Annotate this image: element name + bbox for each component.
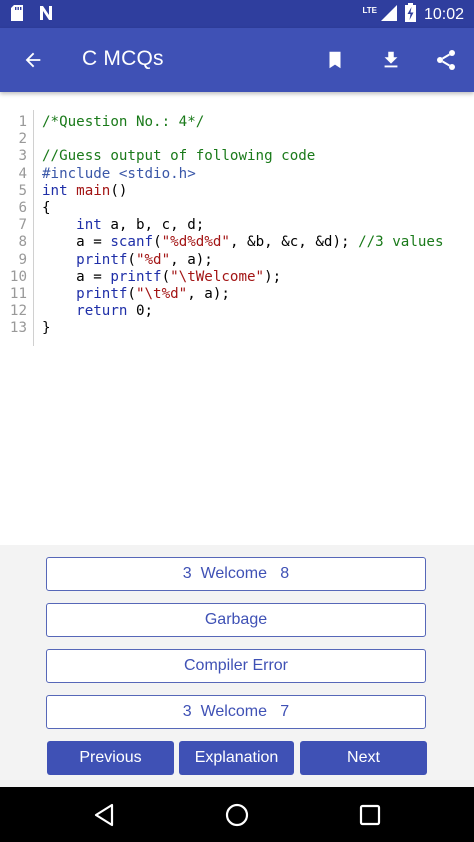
code-token: (: [127, 251, 136, 268]
status-bar: LTE 10:02: [0, 0, 474, 28]
gutter-divider: [33, 110, 34, 346]
n-logo-icon: [38, 5, 54, 26]
code-token: "%d": [135, 251, 171, 268]
line-number-gutter: 1 2 3 4 5 6 7 8 9 10 11 12 13: [0, 114, 27, 337]
signal-icon: [380, 4, 397, 27]
line-number: 9: [18, 251, 27, 268]
code-token: (): [110, 182, 128, 199]
code-token: /*Question No.: 4*/: [42, 114, 205, 130]
code-token: (: [161, 268, 171, 285]
code-token: (: [127, 285, 136, 302]
option-a-button[interactable]: 3 Welcome 8: [46, 557, 426, 591]
code-viewer: 1 2 3 4 5 6 7 8 9 10 11 12 13 /*Question No.: 4*///G…: [0, 110, 474, 350]
code-token: printf: [76, 251, 128, 268]
bookmark-icon[interactable]: [320, 45, 350, 75]
system-nav-bar: [0, 787, 474, 842]
line-number: 6: [18, 199, 27, 216]
line-number: 4: [18, 165, 27, 182]
line-number: 12: [9, 303, 27, 320]
code-line: return 0;: [42, 303, 444, 320]
line-number: 11: [9, 285, 27, 302]
share-icon[interactable]: [431, 45, 461, 75]
code-line: #include <stdio.h>: [42, 166, 444, 183]
code-token: 0;: [127, 303, 154, 320]
code-line: a = printf("\tWelcome");: [42, 269, 444, 286]
home-circle-icon[interactable]: [223, 801, 251, 829]
next-button[interactable]: Next: [300, 741, 427, 775]
code-token: , a);: [187, 285, 230, 302]
code-token: main: [76, 182, 111, 199]
sd-card-icon: [10, 5, 24, 26]
code-token: printf: [110, 268, 162, 285]
code-token: int: [42, 182, 68, 199]
app-bar: C MCQs: [0, 28, 474, 92]
previous-button[interactable]: Previous: [47, 741, 174, 775]
code-token: }: [42, 320, 51, 337]
code-token: "%d%d%d": [161, 234, 230, 251]
code-token: int: [76, 217, 102, 234]
code-token: a =: [42, 268, 111, 285]
code-line: //Guess output of following code: [42, 148, 444, 165]
download-icon[interactable]: [376, 45, 406, 75]
code-line: int main(): [42, 183, 444, 200]
line-number: 10: [9, 268, 27, 285]
code-token: );: [264, 268, 282, 285]
code-token: , &b, &c, &d);: [229, 234, 359, 251]
code-token: a, b, c, d;: [101, 217, 205, 234]
page-title: C MCQs: [82, 47, 164, 70]
option-b-button[interactable]: Garbage: [46, 603, 426, 637]
code-token: return: [76, 303, 128, 320]
line-number: 13: [9, 320, 27, 337]
line-number: 5: [18, 182, 27, 199]
code-token: scanf: [110, 234, 154, 251]
option-d-button[interactable]: 3 Welcome 7: [46, 695, 426, 729]
code-token: "\tWelcome": [170, 268, 265, 285]
line-number: 2: [18, 131, 27, 148]
line-number: 8: [18, 234, 27, 251]
line-number: 1: [18, 114, 27, 130]
code-token: //3 values: [358, 234, 444, 251]
network-type: LTE: [362, 5, 377, 15]
back-triangle-icon[interactable]: [90, 801, 118, 829]
code-line: }: [42, 320, 444, 337]
code-token: a =: [42, 234, 111, 251]
back-arrow-icon[interactable]: [18, 45, 48, 75]
code-token: , a);: [170, 251, 213, 268]
code-line: printf("\t%d", a);: [42, 286, 444, 303]
code-line: int a, b, c, d;: [42, 217, 444, 234]
line-number: 3: [18, 148, 27, 165]
code-line: /*Question No.: 4*/: [42, 114, 444, 131]
code-line: a = scanf("%d%d%d", &b, &c, &d); //3 val…: [42, 234, 444, 251]
code-line: {: [42, 200, 444, 217]
option-c-button[interactable]: Compiler Error: [46, 649, 426, 683]
code-token: "\t%d": [135, 285, 188, 302]
code-token: #include <stdio.h>: [42, 165, 196, 182]
clock: 10:02: [423, 6, 464, 23]
code-line: printf("%d", a);: [42, 252, 444, 269]
line-number: 7: [18, 217, 27, 234]
explanation-button[interactable]: Explanation: [179, 741, 294, 775]
code-token: printf: [76, 285, 128, 302]
battery-charging-icon: [404, 3, 416, 27]
code-lines: /*Question No.: 4*/ //Guess output of fol…: [42, 114, 444, 337]
code-token: //Guess output of following code: [42, 148, 316, 165]
code-token: {: [42, 199, 51, 216]
code-token: (: [153, 234, 162, 251]
recents-square-icon[interactable]: [356, 801, 384, 829]
